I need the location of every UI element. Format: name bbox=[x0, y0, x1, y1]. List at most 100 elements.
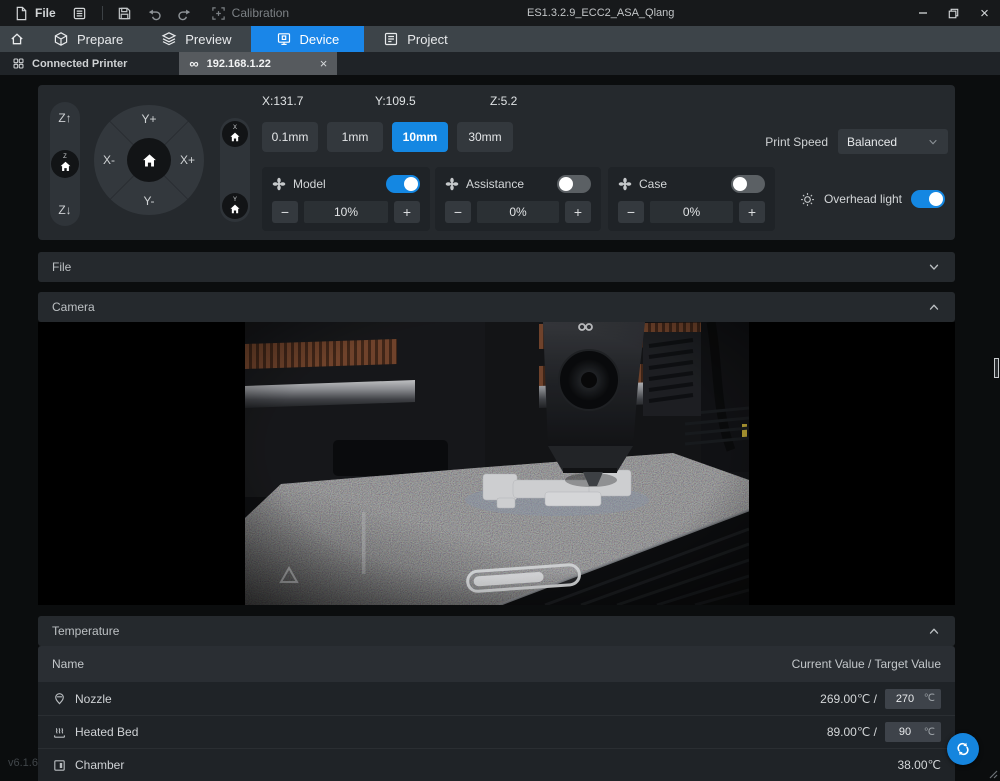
toolbar-separator bbox=[102, 6, 103, 20]
connected-printer-label: Connected Printer bbox=[32, 58, 127, 70]
home-all-icon bbox=[141, 152, 158, 169]
fan-model-plus-button[interactable]: + bbox=[394, 201, 420, 223]
fan-assistance-box: Assistance − 0% + bbox=[435, 167, 601, 231]
fan-assistance-minus-button[interactable]: − bbox=[445, 201, 471, 223]
step-10mm-button[interactable]: 10mm bbox=[392, 122, 448, 152]
device-list-button[interactable] bbox=[68, 0, 92, 26]
restore-icon bbox=[946, 6, 961, 21]
fan-model-toggle[interactable] bbox=[386, 175, 420, 193]
z-up-button[interactable]: Z↑ bbox=[58, 111, 71, 125]
scrollbar-thumb[interactable] bbox=[994, 358, 999, 378]
x-plus-button[interactable]: X+ bbox=[180, 153, 195, 167]
print-speed-value: Balanced bbox=[847, 135, 897, 149]
x-minus-button[interactable]: X- bbox=[103, 153, 115, 167]
y-plus-button[interactable]: Y+ bbox=[141, 112, 156, 126]
minimize-icon bbox=[915, 5, 931, 21]
tab-preview[interactable]: Preview bbox=[142, 26, 250, 52]
preview-layers-icon bbox=[161, 31, 177, 47]
close-button[interactable]: × bbox=[969, 0, 1000, 26]
close-icon: × bbox=[980, 6, 989, 21]
version-label: v6.1.6 bbox=[8, 757, 38, 769]
fan-case-value: 0% bbox=[650, 201, 733, 223]
heated-bed-label: Heated Bed bbox=[75, 725, 138, 739]
fan-model-value: 10% bbox=[304, 201, 388, 223]
step-0.1mm-button[interactable]: 0.1mm bbox=[262, 122, 318, 152]
undo-button[interactable] bbox=[143, 0, 167, 26]
file-menu[interactable]: File bbox=[10, 0, 60, 26]
fan-case-toggle[interactable] bbox=[731, 175, 765, 193]
table-row-chamber: Chamber 38.00℃ bbox=[38, 748, 955, 781]
nozzle-target-input[interactable] bbox=[891, 693, 919, 705]
tab-prepare[interactable]: Prepare bbox=[34, 26, 142, 52]
chevron-down-icon bbox=[927, 260, 941, 274]
overhead-light-toggle[interactable] bbox=[911, 190, 945, 208]
resize-grip[interactable] bbox=[988, 769, 998, 779]
xy-home-pill: X Y bbox=[220, 118, 250, 222]
section-camera[interactable]: Camera bbox=[38, 292, 955, 322]
heated-bed-icon bbox=[52, 725, 67, 740]
home-all-button[interactable] bbox=[127, 138, 171, 182]
save-icon bbox=[117, 6, 132, 21]
restore-button[interactable] bbox=[938, 0, 969, 26]
print-speed-select[interactable]: Balanced bbox=[838, 129, 948, 154]
fan-model-minus-button[interactable]: − bbox=[272, 201, 298, 223]
fan-case-minus-button[interactable]: − bbox=[618, 201, 644, 223]
chamber-label: Chamber bbox=[75, 758, 124, 772]
chevron-up-icon bbox=[927, 300, 941, 314]
device-page: Z↑ Z Z↓ Y+ X- X+ Y- X bbox=[0, 75, 1000, 781]
heated-bed-unit: ℃ bbox=[924, 727, 935, 738]
undo-icon bbox=[147, 6, 162, 21]
nozzle-label: Nozzle bbox=[75, 692, 112, 706]
app-window: File Calibration ES1.3.2.9_ECC2_ASA_Qlan… bbox=[0, 0, 1000, 781]
save-button[interactable] bbox=[113, 0, 137, 26]
main-nav: Prepare Preview Device Project bbox=[0, 26, 1000, 52]
toggle-knob bbox=[733, 177, 747, 191]
heated-bed-target-input[interactable] bbox=[891, 726, 919, 738]
overhead-light-label: Overhead light bbox=[824, 192, 902, 206]
fan-case-label: Case bbox=[639, 177, 667, 191]
chevron-up-icon bbox=[927, 624, 941, 638]
tab-project[interactable]: Project bbox=[364, 26, 466, 52]
y-minus-button[interactable]: Y- bbox=[144, 194, 155, 208]
nozzle-current-value: 269.00℃ / bbox=[820, 692, 877, 706]
section-file[interactable]: File bbox=[38, 252, 955, 282]
home-z-icon bbox=[59, 160, 72, 173]
temperature-table: Name Current Value / Target Value Nozzle… bbox=[38, 646, 955, 781]
section-file-label: File bbox=[52, 260, 71, 274]
table-row-nozzle: Nozzle 269.00℃ / ℃ bbox=[38, 682, 955, 715]
fan-model-label: Model bbox=[293, 177, 326, 191]
step-30mm-button[interactable]: 30mm bbox=[457, 122, 513, 152]
section-temperature-label: Temperature bbox=[52, 624, 119, 638]
home-z-button[interactable]: Z bbox=[51, 150, 79, 178]
refresh-button[interactable] bbox=[947, 733, 979, 765]
heated-bed-current-value: 89.00℃ / bbox=[827, 725, 877, 739]
fan-assistance-plus-button[interactable]: + bbox=[565, 201, 591, 223]
heated-bed-target-box: ℃ bbox=[885, 722, 941, 742]
redo-button[interactable] bbox=[173, 0, 197, 26]
printer-tabstrip: Connected Printer ∞ 192.168.1.22 × bbox=[0, 52, 1000, 75]
step-1mm-button[interactable]: 1mm bbox=[327, 122, 383, 152]
calibration-label: Calibration bbox=[232, 6, 289, 20]
z-down-button[interactable]: Z↓ bbox=[58, 203, 71, 217]
chamber-icon bbox=[52, 758, 67, 773]
home-x-button[interactable]: X bbox=[222, 121, 248, 147]
calibration-button[interactable]: Calibration bbox=[207, 0, 293, 26]
home-tab[interactable] bbox=[0, 26, 34, 52]
printer-tab-label: 192.168.1.22 bbox=[207, 58, 271, 70]
tab-device[interactable]: Device bbox=[251, 26, 365, 52]
file-menu-label: File bbox=[35, 6, 56, 20]
minimize-button[interactable] bbox=[907, 0, 938, 26]
printer-tab-close-icon[interactable]: × bbox=[320, 56, 328, 71]
printer-tab-active[interactable]: ∞ 192.168.1.22 × bbox=[179, 52, 337, 75]
connected-printer-button[interactable]: Connected Printer bbox=[0, 57, 139, 70]
window-title: ES1.3.2.9_ECC2_ASA_Qlang bbox=[527, 0, 674, 26]
home-y-button[interactable]: Y bbox=[222, 193, 248, 219]
section-temperature[interactable]: Temperature bbox=[38, 616, 955, 646]
step-size-group: 0.1mm 1mm 10mm 30mm bbox=[262, 122, 513, 152]
fan-assistance-toggle[interactable] bbox=[557, 175, 591, 193]
fan-case-plus-button[interactable]: + bbox=[739, 201, 765, 223]
camera-feed bbox=[245, 322, 749, 605]
nozzle-target-box: ℃ bbox=[885, 689, 941, 709]
new-file-icon bbox=[14, 6, 29, 21]
fan-icon bbox=[445, 177, 459, 191]
